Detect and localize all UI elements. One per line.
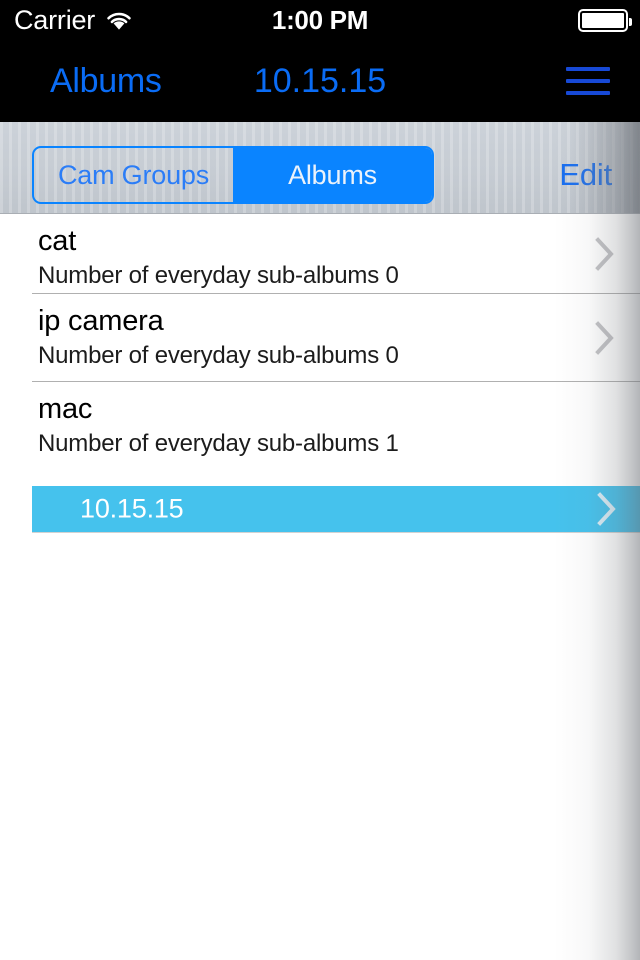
row-subtitle: Number of everyday sub-albums 1 (38, 430, 399, 457)
row-separator (32, 532, 640, 533)
edit-button[interactable]: Edit (559, 146, 612, 204)
app-screen: Carrier 1:00 PM Albums 10.15.15 Cam Grou… (0, 0, 640, 960)
back-button[interactable]: Albums (50, 40, 162, 122)
row-subtitle: Number of everyday sub-albums 0 (38, 342, 399, 369)
navigation-bar: Albums 10.15.15 (0, 40, 640, 122)
status-bar-time: 1:00 PM (271, 4, 369, 35)
sub-album-row-selected[interactable]: 10.15.15 (32, 486, 640, 532)
table-row[interactable]: mac Number of everyday sub-albums 1 (0, 382, 640, 470)
toolbar: Cam Groups Albums Edit (0, 122, 640, 214)
segment-albums[interactable]: Albums (233, 148, 432, 202)
segmented-control[interactable]: Cam Groups Albums (32, 146, 434, 204)
row-subtitle: Number of everyday sub-albums 0 (38, 262, 399, 289)
hamburger-line-1 (566, 67, 610, 71)
battery-fill (582, 12, 624, 28)
row-title: ip camera (38, 305, 164, 337)
album-list[interactable]: cat Number of everyday sub-albums 0 ip c… (0, 214, 640, 960)
chevron-right-icon (594, 320, 616, 356)
hamburger-menu-icon[interactable] (566, 40, 610, 122)
row-title: mac (38, 393, 93, 425)
chevron-right-icon (596, 491, 618, 527)
table-row[interactable]: cat Number of everyday sub-albums 0 (0, 214, 640, 294)
battery-full-icon (578, 8, 632, 32)
hamburger-line-3 (566, 91, 610, 95)
table-row[interactable]: ip camera Number of everyday sub-albums … (0, 294, 640, 382)
chevron-right-icon (594, 236, 616, 272)
status-bar-right (578, 0, 632, 40)
hamburger-line-2 (566, 79, 610, 83)
sub-album-title: 10.15.15 (80, 493, 184, 524)
row-title: cat (38, 225, 77, 257)
status-bar: Carrier 1:00 PM (0, 0, 640, 40)
segment-cam-groups[interactable]: Cam Groups (34, 148, 233, 202)
